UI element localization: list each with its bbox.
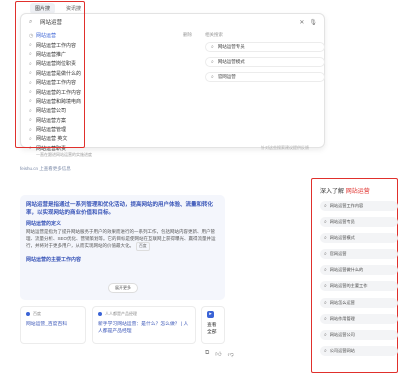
- suggestion-item[interactable]: ⌕ 网站运营是做什么的: [29, 69, 179, 78]
- suggestion-item[interactable]: ⌕ 网站运营管理: [29, 125, 179, 134]
- suggestion-item[interactable]: ⌕ 网站运营公司: [29, 106, 179, 115]
- search-icon: ⌕: [29, 60, 32, 67]
- feedback-bar: ⧉ 👍︎ 👎︎: [205, 350, 234, 358]
- deep-item[interactable]: ⌕ 网站运营公司: [320, 329, 398, 340]
- answer-body-text: 网站运营是指为了提升网站服务于用户的效果而进行的一系列工作，包括网站内容更新、用…: [26, 229, 216, 249]
- answer-body: 网站运营是指为了提升网站服务于用户的效果而进行的一系列工作，包括网站内容更新、用…: [26, 229, 219, 251]
- related-item[interactable]: ⌕ 网站运营专员: [205, 42, 325, 52]
- source-chip[interactable]: 百度: [136, 242, 150, 251]
- search-icon: ⌕: [324, 284, 327, 290]
- search-icon: ⌕: [29, 42, 32, 49]
- panel-title: 深入了解 网站运营: [320, 189, 370, 195]
- deep-item[interactable]: ⌕ 网站运营的主要工作: [320, 281, 398, 292]
- related-item[interactable]: ⌕ 网站运营模式: [205, 57, 325, 67]
- related-title: 相关搜索: [205, 32, 223, 37]
- card-title: 网站运营_百度百科: [26, 322, 68, 327]
- source-icon: [98, 312, 102, 316]
- deep-item[interactable]: ⌕ 网站运营模式: [320, 233, 398, 244]
- voice-icon[interactable]: 🎙︎: [309, 19, 317, 26]
- deep-item[interactable]: ⌕ 网站运营做什么的: [320, 265, 398, 276]
- feedback-link[interactable]: 针对这些搜索建议提供反馈: [261, 145, 309, 151]
- suggestion-item[interactable]: ⌕ 网站运营工作内容: [29, 78, 179, 87]
- search-icon: ⌕: [29, 18, 33, 25]
- search-icon: ⌕: [29, 145, 32, 152]
- answer-headline: 网站运营是指通过一系列管理和优化活动，提高网站的用户体验、流量和转化率，以实现网…: [26, 202, 214, 216]
- related-item[interactable]: ⌕ 官网运营: [205, 72, 325, 82]
- expand-button[interactable]: 展开更多: [108, 283, 138, 293]
- search-icon: ⌕: [324, 300, 327, 306]
- search-icon: ⌕: [211, 74, 214, 80]
- reference-card[interactable]: 人人都是产品经理 新手学习网站运营：是什么？怎么做？ | 人人都是产品经理: [92, 306, 196, 344]
- deep-item[interactable]: ⌕ 网站运营工作内容: [320, 201, 398, 211]
- more-icon: ▸: [207, 311, 214, 318]
- dislike-icon[interactable]: 👎︎: [228, 350, 234, 358]
- deep-item[interactable]: ⌕ 公司运营网站: [320, 345, 398, 356]
- page: 图片搜 资讯搜 一直在跟进网站运营的实施进度 feishu.cn 上查看更多信息…: [0, 0, 400, 380]
- view-all-label: 查看全部: [207, 323, 217, 335]
- suggestion-item[interactable]: ⌕ 网站运营的工作内容: [29, 87, 179, 96]
- suggestion-item[interactable]: ⌕ 网站运营岗位职责: [29, 59, 179, 68]
- search-icon: ⌕: [29, 79, 32, 86]
- suggestion-item[interactable]: ⌕ 网站运营方案: [29, 116, 179, 125]
- card-source: 人人都是产品经理: [105, 311, 137, 316]
- copy-icon[interactable]: ⧉: [205, 350, 209, 358]
- deep-item[interactable]: ⌕ 网站作用管理: [320, 313, 398, 324]
- suggestion-item[interactable]: ⌕ 网站运营推广: [29, 50, 179, 59]
- search-icon: ⌕: [324, 220, 327, 226]
- like-icon[interactable]: 👍︎: [215, 350, 221, 358]
- source-icon: [26, 312, 30, 316]
- search-bar: ⌕ ✕ 🎙︎: [25, 16, 321, 28]
- search-icon: ⌕: [324, 268, 327, 274]
- suggestion-item[interactable]: ⌕ 网站运营职责: [29, 144, 179, 153]
- search-icon: ⌕: [29, 98, 32, 105]
- deep-understanding-panel: 深入了解 网站运营 ⌕ 网站运营工作内容 ⌕ 网站运营专员 ⌕ 网站运营模式 ⌕ 官网运…: [317, 183, 400, 371]
- related-searches: 相关搜索 ⌕ 网站运营专员 ⌕ 网站运营模式 ⌕ 官网运营: [205, 32, 325, 87]
- search-icon: ⌕: [324, 332, 327, 338]
- suggestion-item[interactable]: ⌕ 网站运营和跨境电商: [29, 97, 179, 106]
- search-icon: ⌕: [324, 252, 327, 258]
- deep-item[interactable]: ⌕ 网站怎么运营: [320, 297, 398, 308]
- deep-item[interactable]: ⌕ 官网运营: [320, 249, 398, 260]
- suggestion-item[interactable]: ⌕ 网站运营工作内容: [29, 40, 179, 49]
- search-icon: ⌕: [29, 126, 32, 133]
- clear-icon[interactable]: ✕: [299, 19, 304, 26]
- search-icon: ⌕: [324, 316, 327, 322]
- suggestion-item[interactable]: ⌕ 网站运营 英文: [29, 134, 179, 143]
- search-icon: ⌕: [29, 70, 32, 77]
- search-input[interactable]: [36, 17, 295, 27]
- view-all-card[interactable]: ▸ 查看全部: [201, 306, 225, 344]
- search-icon: ⌕: [29, 51, 32, 58]
- search-icon: ⌕: [29, 89, 32, 96]
- deep-item[interactable]: ⌕ 网站运营专员: [320, 217, 398, 228]
- search-icon: ⌕: [324, 236, 327, 242]
- source-link[interactable]: feishu.cn 上查看更多信息: [20, 166, 71, 172]
- suggestion-list: ◷ 网站运营 ⌕ 网站运营工作内容 ⌕ 网站运营推广 ⌕ 网站运营岗位职责 ⌕ 网站运营是…: [29, 31, 179, 153]
- card-title: 新手学习网站运营：是什么？怎么做？ | 人人都是产品经理: [98, 322, 189, 334]
- reference-card[interactable]: 百度 网站运营_百度百科: [20, 306, 86, 344]
- answer-subheading: 网站运营的定义: [26, 221, 62, 227]
- search-icon: ⌕: [324, 348, 327, 354]
- answer-subheading-2: 网站运营的主要工作内容: [26, 256, 82, 263]
- suggestion-item[interactable]: ◷ 网站运营: [29, 31, 179, 40]
- search-icon: ⌕: [29, 117, 32, 124]
- deep-list: ⌕ 网站运营工作内容 ⌕ 网站运营专员 ⌕ 网站运营模式 ⌕ 官网运营 ⌕ 网站运营做什么…: [320, 201, 398, 362]
- search-icon: ⌕: [211, 44, 214, 50]
- search-icon: ⌕: [211, 59, 214, 65]
- search-icon: ⌕: [29, 107, 32, 114]
- ai-answer-card: 网站运营是指通过一系列管理和优化活动，提高网站的用户体验、流量和转化率，以实现网…: [20, 195, 225, 300]
- card-source: 百度: [33, 311, 41, 316]
- search-icon: ⌕: [324, 204, 327, 209]
- search-icon: ⌕: [29, 135, 32, 142]
- history-delete[interactable]: 删除: [183, 32, 192, 38]
- search-dropdown: ⌕ ✕ 🎙︎ ◷网站运营 ⌕网站运营工作内容 ⌕网站运营推广 ⌕网站运营岗位职责…: [20, 13, 325, 152]
- history-icon: ◷: [29, 32, 34, 39]
